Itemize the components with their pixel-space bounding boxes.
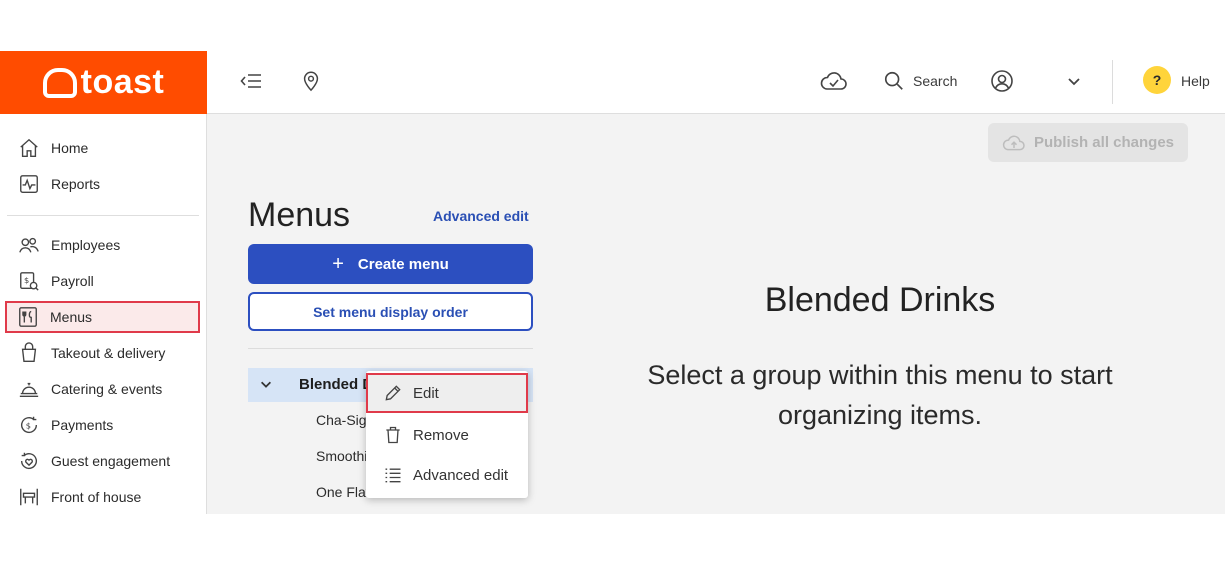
sidebar-item-payroll[interactable]: $ Payroll	[6, 265, 200, 297]
svg-text:$: $	[24, 275, 29, 285]
menu-tree-label[interactable]: Blended Drinks	[299, 376, 367, 393]
catering-icon	[18, 378, 40, 400]
brand-name: toast	[80, 63, 165, 101]
create-menu-button[interactable]: + Create menu	[248, 244, 533, 284]
takeout-icon	[18, 342, 40, 364]
svg-text:$: $	[26, 421, 31, 431]
help-label[interactable]: Help	[1181, 73, 1210, 89]
sidebar-item-label: Catering & events	[51, 381, 163, 397]
chevron-down-icon[interactable]	[1062, 69, 1086, 93]
context-menu-label: Advanced edit	[413, 466, 509, 484]
chevron-down-icon[interactable]	[259, 377, 273, 391]
plus-icon: +	[332, 253, 344, 275]
context-menu-label: Edit	[413, 384, 439, 402]
context-menu-label: Remove	[413, 426, 469, 444]
sidebar-item-label: Front of house	[51, 489, 142, 505]
payroll-icon: $	[18, 270, 40, 292]
search-label[interactable]: Search	[913, 73, 957, 89]
sidebar-item-home[interactable]: Home	[6, 132, 200, 164]
sidebar-item-menus[interactable]: Menus	[5, 301, 200, 333]
pencil-icon	[383, 383, 403, 403]
context-menu-remove[interactable]: Remove	[366, 415, 528, 455]
panel-message: Select a group within this menu to start…	[647, 360, 1113, 430]
guest-engagement-icon	[18, 450, 40, 472]
employees-icon	[18, 234, 40, 256]
menus-icon	[17, 306, 39, 328]
location-pin-icon[interactable]	[299, 69, 323, 93]
toast-logo[interactable]: toast	[0, 51, 207, 114]
sidebar-item-label: Guest engagement	[51, 453, 171, 469]
create-menu-label: Create menu	[357, 255, 449, 273]
sidebar-item-label: Reports	[51, 176, 101, 192]
app-window: toast Search ? Help Home Reports Employe…	[0, 51, 1225, 514]
sidebar: Home Reports Employees $ Payroll Menus T…	[0, 114, 207, 514]
sidebar-item-label: Menus	[50, 309, 93, 325]
publish-all-changes-button[interactable]: Publish all changes	[988, 123, 1188, 162]
page-title: Menus	[248, 196, 351, 234]
collapse-sidebar-icon[interactable]	[239, 69, 263, 93]
trash-icon	[383, 425, 403, 445]
sidebar-item-front-of-house[interactable]: Front of house	[6, 481, 200, 513]
sidebar-item-employees[interactable]: Employees	[6, 229, 200, 261]
context-menu-edit[interactable]: Edit	[366, 373, 528, 413]
search-icon[interactable]	[882, 69, 906, 93]
sidebar-item-catering-events[interactable]: Catering & events	[6, 373, 200, 405]
menu-group-item[interactable]: Smoothie	[316, 448, 368, 464]
top-bar: toast Search ? Help	[0, 51, 1225, 114]
help-icon[interactable]: ?	[1143, 66, 1171, 94]
sidebar-item-guest-engagement[interactable]: Guest engagement	[6, 445, 200, 477]
publish-label: Publish all changes	[1033, 134, 1175, 151]
sidebar-divider	[7, 215, 199, 216]
context-menu: Edit Remove Advanced edit	[366, 371, 528, 498]
sidebar-item-reports[interactable]: Reports	[6, 168, 200, 200]
sidebar-item-payments[interactable]: $ Payments	[6, 409, 200, 441]
topbar-divider	[1112, 60, 1113, 104]
sidebar-item-label: Payroll	[51, 273, 94, 289]
toast-logo-mark	[42, 67, 77, 98]
sidebar-item-label: Takeout & delivery	[51, 345, 166, 361]
payments-icon: $	[18, 414, 40, 436]
user-account-icon[interactable]	[990, 69, 1014, 93]
advanced-edit-link[interactable]: Advanced edit	[433, 208, 529, 224]
context-menu-advanced-edit[interactable]: Advanced edit	[366, 455, 528, 495]
panel-title: Blended Drinks	[764, 281, 996, 319]
menu-group-item[interactable]: Cha-Sig	[316, 412, 368, 428]
menu-group-item[interactable]: One Flavor	[316, 484, 368, 500]
list-icon	[383, 465, 403, 485]
reports-icon	[18, 173, 40, 195]
sidebar-item-label: Employees	[51, 237, 121, 253]
list-divider	[248, 348, 533, 349]
sidebar-item-takeout-delivery[interactable]: Takeout & delivery	[6, 337, 200, 369]
front-of-house-icon	[18, 486, 40, 508]
sidebar-item-label: Home	[51, 140, 89, 156]
cloud-upload-icon	[1002, 135, 1025, 150]
home-icon	[18, 137, 40, 159]
cloud-sync-icon[interactable]	[820, 69, 848, 93]
set-menu-display-order-button[interactable]: Set menu display order	[248, 292, 533, 331]
sidebar-item-label: Payments	[51, 417, 114, 433]
